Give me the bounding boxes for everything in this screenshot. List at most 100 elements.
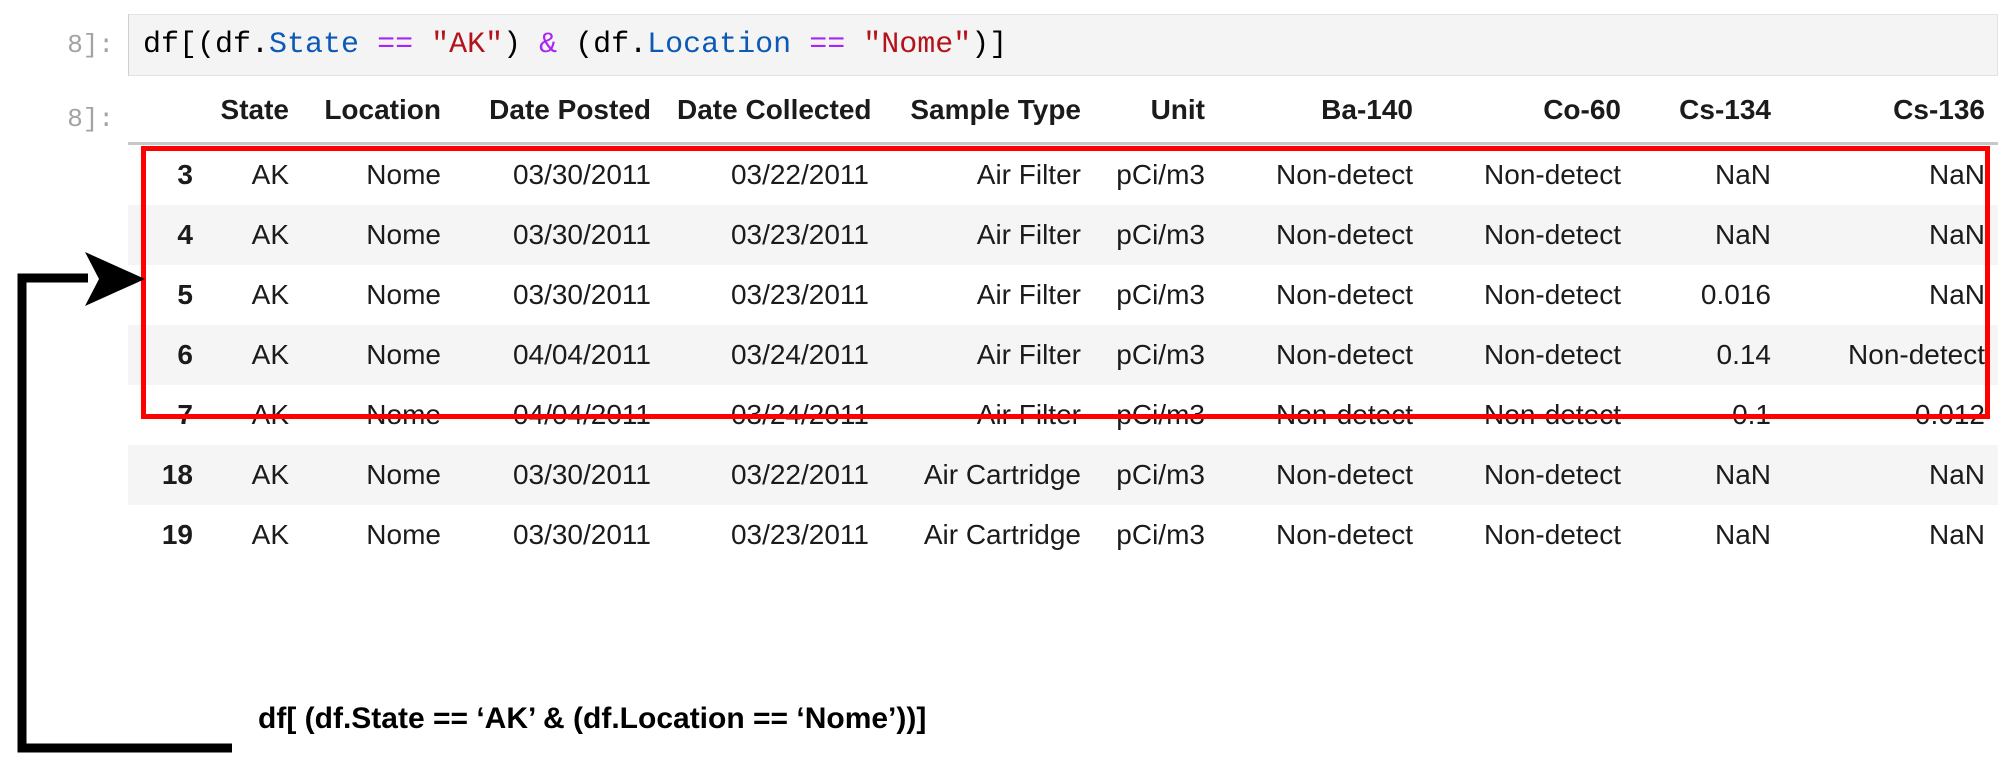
cell-co-60: Non-detect — [1484, 159, 1621, 190]
table-row: 6 AK Nome 04/04/2011 03/24/2011 Air Filter pCi… — [128, 325, 1998, 385]
cell-unit: pCi/m3 — [1116, 339, 1205, 370]
dataframe-table: State Location Date Posted Date Collected Sa… — [128, 88, 1998, 565]
table-row: 18 AK Nome 03/30/2011 03/22/2011 Air Cartridg… — [128, 445, 1998, 505]
row-index: 7 — [177, 399, 193, 430]
cell-sample-type: Air Filter — [976, 399, 1081, 430]
code-token-14: )] — [971, 28, 1008, 62]
code-token-8: (df. — [557, 28, 648, 62]
cell-unit: pCi/m3 — [1116, 159, 1205, 190]
column-header-date-collected: Date Collected — [664, 88, 882, 145]
cell-sample-type: Air Filter — [976, 279, 1081, 310]
row-index: 6 — [177, 339, 193, 370]
code-token-5: "AK" — [431, 28, 504, 62]
cell-date-posted: 03/30/2011 — [512, 219, 651, 250]
cell-unit: pCi/m3 — [1116, 459, 1205, 490]
row-index: 18 — [161, 459, 193, 490]
dataframe-wrapper: State Location Date Posted Date Collected Sa… — [128, 88, 1998, 565]
cell-date-collected: 03/22/2011 — [730, 159, 869, 190]
cell-unit: pCi/m3 — [1116, 399, 1205, 430]
annotation-label: df[ (df.State == ‘AK’ & (df.Location == … — [258, 702, 927, 735]
code-token-6: ) — [503, 28, 540, 62]
code-token-12 — [845, 28, 863, 62]
code-token-1: State — [269, 28, 360, 62]
cell-unit: pCi/m3 — [1116, 519, 1205, 550]
row-index: 4 — [177, 219, 193, 250]
cell-cs-134: 0.016 — [1700, 279, 1771, 310]
cell-ba-140: Non-detect — [1276, 279, 1413, 310]
cell-date-collected: 03/23/2011 — [730, 519, 869, 550]
cell-ba-140: Non-detect — [1276, 459, 1413, 490]
cell-date-collected: 03/22/2011 — [730, 459, 869, 490]
cell-sample-type: Air Filter — [976, 219, 1081, 250]
cell-cs-136: Non-detect — [1848, 339, 1985, 370]
cell-state: AK — [251, 339, 289, 370]
cell-sample-type: Air Cartridge — [923, 519, 1081, 550]
output-prompt-label: 8]: — [67, 104, 114, 134]
cell-date-collected: 03/24/2011 — [730, 339, 869, 370]
dataframe-body: 3 AK Nome 03/30/2011 03/22/2011 Air Filter pCi… — [128, 143, 1998, 565]
cell-ba-140: Non-detect — [1276, 219, 1413, 250]
cell-cs-136: NaN — [1928, 219, 1985, 250]
cell-co-60: Non-detect — [1484, 399, 1621, 430]
cell-date-posted: 04/04/2011 — [512, 399, 651, 430]
cell-cs-134: NaN — [1714, 219, 1771, 250]
input-prompt-label: 8]: — [67, 30, 114, 60]
cell-state: AK — [251, 519, 289, 550]
dataframe-output-cell: 8]: State Location Date Posted Date Collect… — [0, 88, 1998, 565]
cell-co-60: Non-detect — [1484, 459, 1621, 490]
cell-cs-136: NaN — [1928, 519, 1985, 550]
code-token-0: df[(df. — [143, 28, 270, 62]
cell-cs-134: NaN — [1714, 459, 1771, 490]
cell-unit: pCi/m3 — [1116, 219, 1205, 250]
cell-co-60: Non-detect — [1484, 279, 1621, 310]
cell-date-collected: 03/24/2011 — [730, 399, 869, 430]
column-header-date-posted: Date Posted — [454, 88, 664, 145]
column-header-index — [128, 88, 206, 145]
cell-cs-136: NaN — [1928, 459, 1985, 490]
code-input-cell[interactable]: 8]: df[(df.State == "AK") & (df.Location… — [0, 14, 1998, 76]
cell-sample-type: Air Filter — [976, 159, 1081, 190]
column-header-state: State — [206, 88, 302, 145]
code-line: df[(df.State == "AK") & (df.Location == … — [143, 28, 1007, 62]
cell-state: AK — [251, 459, 289, 490]
cell-location: Nome — [366, 459, 441, 490]
cell-date-collected: 03/23/2011 — [730, 279, 869, 310]
code-token-3: == — [377, 28, 414, 62]
cell-location: Nome — [366, 339, 441, 370]
cell-cs-136: NaN — [1928, 279, 1985, 310]
dataframe-header: State Location Date Posted Date Collected Sa… — [128, 88, 1998, 145]
cell-date-posted: 03/30/2011 — [512, 459, 651, 490]
cell-ba-140: Non-detect — [1276, 519, 1413, 550]
code-token-10 — [791, 28, 809, 62]
cell-date-collected: 03/23/2011 — [730, 219, 869, 250]
code-token-4 — [413, 28, 431, 62]
cell-state: AK — [251, 279, 289, 310]
code-editor-area[interactable]: df[(df.State == "AK") & (df.Location == … — [128, 14, 1998, 76]
cell-ba-140: Non-detect — [1276, 339, 1413, 370]
cell-state: AK — [251, 219, 289, 250]
table-row: 19 AK Nome 03/30/2011 03/23/2011 Air Cartridg… — [128, 505, 1998, 565]
cell-ba-140: Non-detect — [1276, 399, 1413, 430]
cell-date-posted: 04/04/2011 — [512, 339, 651, 370]
row-index: 5 — [177, 279, 193, 310]
column-header-cs-134: Cs-134 — [1634, 88, 1784, 145]
cell-date-posted: 03/30/2011 — [512, 159, 651, 190]
cell-sample-type: Air Filter — [976, 339, 1081, 370]
cell-cs-136: NaN — [1928, 159, 1985, 190]
column-header-ba-140: Ba-140 — [1218, 88, 1426, 145]
column-header-cs-136: Cs-136 — [1784, 88, 1998, 145]
table-row: 5 AK Nome 03/30/2011 03/23/2011 Air Filter pCi… — [128, 265, 1998, 325]
code-token-11: == — [809, 28, 846, 62]
column-header-co-60: Co-60 — [1426, 88, 1634, 145]
code-token-2 — [359, 28, 377, 62]
cell-location: Nome — [366, 279, 441, 310]
cell-location: Nome — [366, 219, 441, 250]
cell-state: AK — [251, 159, 289, 190]
cell-location: Nome — [366, 399, 441, 430]
cell-location: Nome — [366, 519, 441, 550]
cell-cs-134: 0.14 — [1716, 339, 1772, 370]
cell-cs-134: NaN — [1714, 159, 1771, 190]
code-token-9: Location — [647, 28, 792, 62]
column-header-location: Location — [302, 88, 454, 145]
cell-location: Nome — [366, 159, 441, 190]
